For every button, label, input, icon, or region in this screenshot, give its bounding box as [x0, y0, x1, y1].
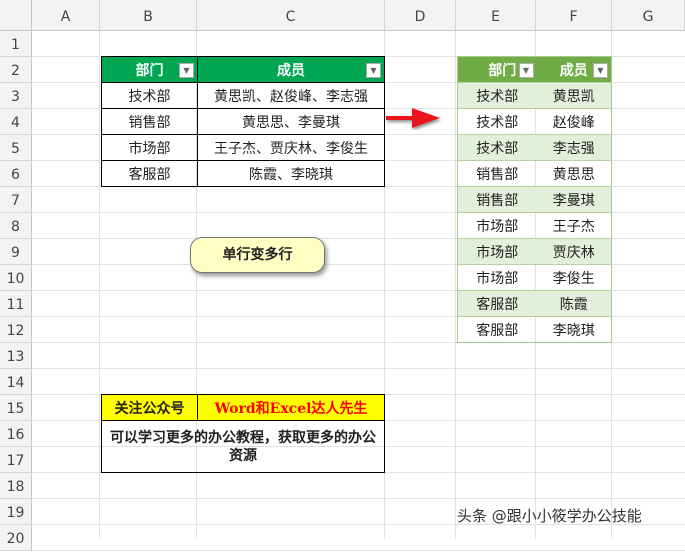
member-cell[interactable]: 赵俊峰: [536, 108, 612, 135]
department-cell[interactable]: 客服部: [457, 290, 537, 317]
filter-dropdown-icon[interactable]: ▼: [593, 63, 608, 78]
members-cell[interactable]: 黄思思、李曼琪: [197, 108, 385, 135]
member-cell[interactable]: 黄思思: [536, 160, 612, 187]
member-cell[interactable]: 黄思凯: [536, 82, 612, 109]
promo-text: 可以学习更多的办公教程，获取更多的办公资源: [101, 420, 385, 473]
row-header-2[interactable]: 2: [0, 57, 32, 83]
table-row: 市场部 王子杰: [457, 212, 612, 239]
gridline: [32, 368, 685, 369]
promo-box: 关注公众号 Word和Excel达人先生 可以学习更多的办公教程，获取更多的办公…: [101, 394, 385, 473]
filter-dropdown-icon[interactable]: ▼: [179, 63, 194, 78]
table-row: 技术部 黄思凯、赵俊峰、李志强: [101, 82, 385, 109]
members-cell[interactable]: 王子杰、贾庆林、李俊生: [197, 134, 385, 161]
department-cell[interactable]: 技术部: [457, 134, 537, 161]
member-cell[interactable]: 陈霞: [536, 290, 612, 317]
department-cell[interactable]: 客服部: [457, 316, 537, 343]
department-cell[interactable]: 销售部: [457, 186, 537, 213]
column-header-D[interactable]: D: [385, 0, 456, 31]
department-cell[interactable]: 市场部: [457, 212, 537, 239]
table-row: 市场部 贾庆林: [457, 238, 612, 265]
table-row: 技术部 赵俊峰: [457, 108, 612, 135]
gridline: [32, 498, 685, 499]
row-header-12[interactable]: 12: [0, 317, 32, 343]
department-cell[interactable]: 市场部: [457, 264, 537, 291]
column-header-A[interactable]: A: [32, 0, 100, 31]
table-row: 客服部 陈霞: [457, 290, 612, 317]
column-header-C[interactable]: C: [197, 0, 385, 31]
members-cell[interactable]: 黄思凯、赵俊峰、李志强: [197, 82, 385, 109]
header-department: 部门 ▼: [457, 56, 537, 83]
table-row: 技术部 黄思凯: [457, 82, 612, 109]
table-row: 市场部 李俊生: [457, 264, 612, 291]
department-cell[interactable]: 市场部: [101, 134, 198, 161]
row-header-10[interactable]: 10: [0, 265, 32, 291]
promo-label: 关注公众号: [101, 394, 198, 421]
header-members: 成员 ▼: [536, 56, 612, 83]
row-header-13[interactable]: 13: [0, 343, 32, 369]
table-row: 技术部 李志强: [457, 134, 612, 161]
column-header-B[interactable]: B: [100, 0, 197, 31]
row-header-20[interactable]: 20: [0, 525, 32, 551]
filter-dropdown-icon[interactable]: ▼: [518, 63, 534, 78]
table-row: 客服部 李晓琪: [457, 316, 612, 343]
table-row: 销售部 黄思思、李曼琪: [101, 108, 385, 135]
row-header-7[interactable]: 7: [0, 187, 32, 213]
row-header-18[interactable]: 18: [0, 473, 32, 499]
member-cell[interactable]: 李俊生: [536, 264, 612, 291]
member-cell[interactable]: 李曼琪: [536, 186, 612, 213]
department-cell[interactable]: 技术部: [101, 82, 198, 109]
row-header-5[interactable]: 5: [0, 135, 32, 161]
column-header-G[interactable]: G: [612, 0, 685, 31]
member-cell[interactable]: 贾庆林: [536, 238, 612, 265]
department-cell[interactable]: 销售部: [101, 108, 198, 135]
member-cell[interactable]: 李志强: [536, 134, 612, 161]
gridline: [32, 550, 685, 551]
column-header-F[interactable]: F: [536, 0, 612, 31]
department-cell[interactable]: 销售部: [457, 160, 537, 187]
row-header-3[interactable]: 3: [0, 83, 32, 109]
table-row: 销售部 李曼琪: [457, 186, 612, 213]
member-cell[interactable]: 李晓琪: [536, 316, 612, 343]
row-header-17[interactable]: 17: [0, 447, 32, 473]
promo-account: Word和Excel达人先生: [197, 394, 385, 421]
watermark: 头条 @跟小小筱学办公技能: [457, 507, 642, 525]
table-row: 市场部 王子杰、贾庆林、李俊生: [101, 134, 385, 161]
row-header-4[interactable]: 4: [0, 109, 32, 135]
split-rows-button[interactable]: 单行变多行: [190, 237, 325, 273]
row-header-15[interactable]: 15: [0, 395, 32, 421]
row-header-9[interactable]: 9: [0, 239, 32, 265]
header-department: 部门 ▼: [101, 56, 198, 83]
arrow-right-icon: [386, 108, 440, 128]
column-header-E[interactable]: E: [456, 0, 536, 31]
department-cell[interactable]: 技术部: [457, 82, 537, 109]
row-header-19[interactable]: 19: [0, 499, 32, 525]
department-cell[interactable]: 客服部: [101, 160, 198, 187]
table-row: 销售部 黄思思: [457, 160, 612, 187]
members-cell[interactable]: 陈霞、李晓琪: [197, 160, 385, 187]
row-header-8[interactable]: 8: [0, 213, 32, 239]
row-header-16[interactable]: 16: [0, 421, 32, 447]
row-header-1[interactable]: 1: [0, 31, 32, 57]
row-header-14[interactable]: 14: [0, 369, 32, 395]
row-header-6[interactable]: 6: [0, 161, 32, 187]
result-table: 部门 ▼ 成员 ▼ 技术部 黄思凯 技术部 赵俊峰 技术部 李志强 销售部 黄思思 销售部 李曼琪 市场…: [457, 56, 612, 343]
header-members: 成员 ▼: [197, 56, 385, 83]
member-cell[interactable]: 王子杰: [536, 212, 612, 239]
select-all-corner[interactable]: [0, 0, 32, 31]
department-cell[interactable]: 市场部: [457, 238, 537, 265]
source-table: 部门 ▼ 成员 ▼ 技术部 黄思凯、赵俊峰、李志强 销售部 黄思思、李曼琪 市场部 王子杰、贾…: [101, 56, 385, 187]
row-header-11[interactable]: 11: [0, 291, 32, 317]
filter-dropdown-icon[interactable]: ▼: [366, 63, 381, 78]
department-cell[interactable]: 技术部: [457, 108, 537, 135]
table-row: 客服部 陈霞、李晓琪: [101, 160, 385, 187]
